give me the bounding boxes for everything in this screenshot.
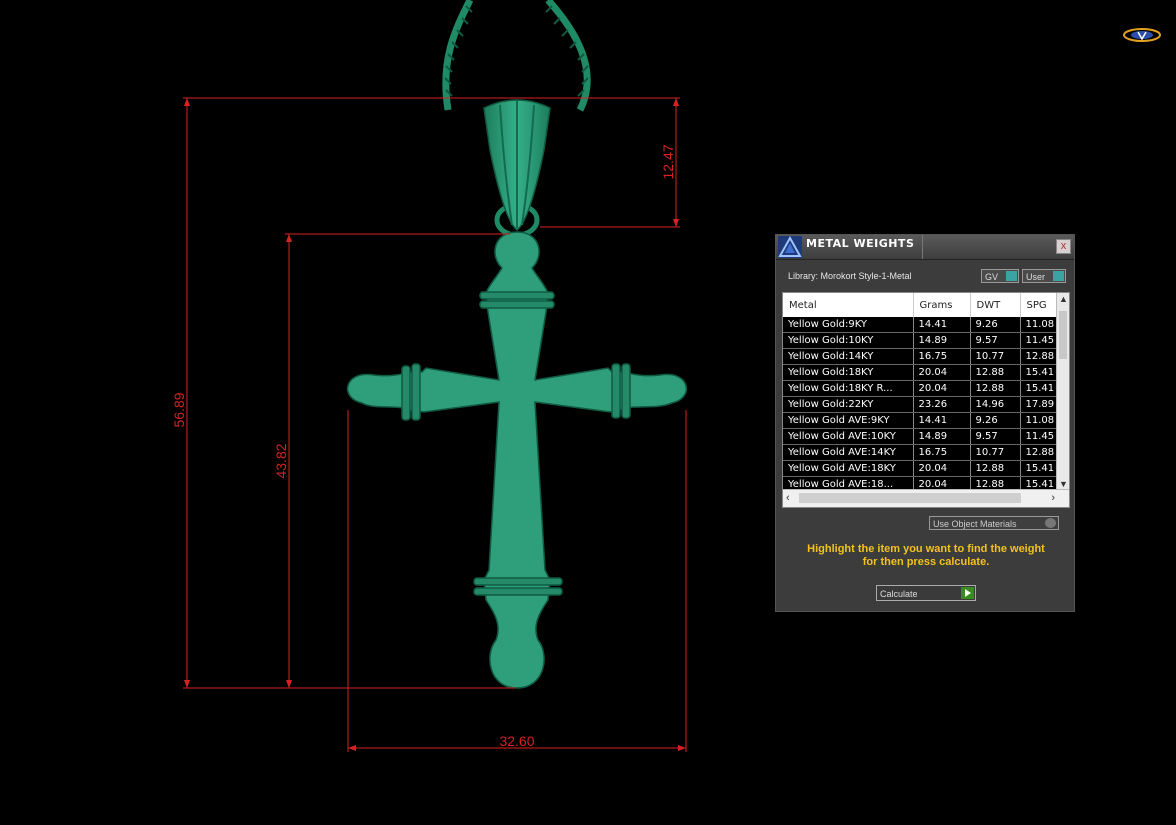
scroll-right-icon[interactable]: › — [1051, 492, 1055, 504]
calculate-button[interactable]: Calculate — [876, 585, 976, 601]
cell-grams: 23.26 — [913, 396, 971, 413]
column-header-grams[interactable]: Grams — [913, 293, 971, 317]
cell-dwt: 9.57 — [970, 428, 1021, 445]
cell-metal: Yellow Gold AVE:9KY — [783, 412, 914, 429]
close-button[interactable]: x — [1056, 239, 1071, 254]
user-toggle-knob — [1053, 271, 1064, 281]
cross-pendant — [346, 231, 688, 689]
column-header-spg[interactable]: SPG — [1020, 293, 1059, 317]
table-header-row: Metal Grams DWT SPG — [783, 293, 1059, 317]
table-row[interactable]: Yellow Gold AVE:9KY 14.41 9.26 11.08 — [783, 412, 1059, 429]
cell-metal: Yellow Gold:18KY — [783, 364, 914, 381]
use-object-materials-toggle[interactable]: Use Object Materials — [929, 516, 1059, 530]
cell-dwt: 12.88 — [970, 364, 1021, 381]
cell-metal: Yellow Gold AVE:10KY — [783, 428, 914, 445]
table-row[interactable]: Yellow Gold:18KY R... 20.04 12.88 15.41 — [783, 380, 1059, 397]
metal-table-grid: Metal Grams DWT SPG Yellow Gold:9KY 14.41… — [783, 293, 1059, 493]
table-row[interactable]: Yellow Gold AVE:14KY 16.75 10.77 12.88 — [783, 444, 1059, 461]
cell-metal: Yellow Gold:10KY — [783, 332, 914, 349]
cell-spg: 11.08 — [1020, 412, 1059, 429]
table-row[interactable]: Yellow Gold AVE:18KY 20.04 12.88 15.41 — [783, 460, 1059, 477]
pendant-bail — [483, 99, 551, 238]
play-icon — [961, 587, 974, 599]
use-object-materials-knob — [1045, 518, 1056, 528]
dimension-bail-height: 12.47 — [660, 144, 676, 179]
cell-dwt: 10.77 — [970, 348, 1021, 365]
cell-grams: 20.04 — [913, 380, 971, 397]
cell-spg: 11.45 — [1020, 332, 1059, 349]
metal-weights-panel: METAL WEIGHTS x Library: Morokort Style-… — [775, 234, 1075, 612]
instruction-text: Highlight the item you want to find the … — [776, 543, 1076, 569]
cell-dwt: 9.57 — [970, 332, 1021, 349]
scroll-up-icon[interactable]: ▲ — [1059, 294, 1068, 304]
metal-table[interactable]: Metal Grams DWT SPG Yellow Gold:9KY 14.41… — [782, 292, 1070, 508]
library-label: Library: Morokort Style-1-Metal — [788, 271, 912, 281]
cell-metal: Yellow Gold:22KY — [783, 396, 914, 413]
cell-dwt: 12.88 — [970, 460, 1021, 477]
cell-metal: Yellow Gold:9KY — [783, 317, 914, 333]
horizontal-scrollbar[interactable]: ‹ › — [783, 489, 1069, 507]
table-row[interactable]: Yellow Gold:14KY 16.75 10.77 12.88 — [783, 348, 1059, 365]
instruction-line-1: Highlight the item you want to find the … — [807, 543, 1045, 555]
cell-metal: Yellow Gold AVE:14KY — [783, 444, 914, 461]
table-row[interactable]: Yellow Gold:22KY 23.26 14.96 17.89 — [783, 396, 1059, 413]
table-row[interactable]: Yellow Gold:9KY 14.41 9.26 11.08 — [783, 317, 1059, 333]
cell-spg: 15.41 — [1020, 460, 1059, 477]
table-row[interactable]: Yellow Gold:18KY 20.04 12.88 15.41 — [783, 364, 1059, 381]
cell-spg: 15.41 — [1020, 380, 1059, 397]
cell-dwt: 12.88 — [970, 380, 1021, 397]
panel-logo-icon — [778, 236, 802, 258]
title-separator — [922, 235, 923, 259]
use-object-materials-label: Use Object Materials — [933, 519, 1017, 529]
gv-toggle-label: GV — [985, 272, 999, 282]
cell-spg: 12.88 — [1020, 348, 1059, 365]
cell-dwt: 10.77 — [970, 444, 1021, 461]
cell-metal: Yellow Gold:18KY R... — [783, 380, 914, 397]
cell-metal: Yellow Gold AVE:18KY — [783, 460, 914, 477]
cell-spg: 11.45 — [1020, 428, 1059, 445]
cell-grams: 14.41 — [913, 412, 971, 429]
user-toggle-label: User — [1026, 272, 1046, 282]
calculate-button-label: Calculate — [880, 589, 918, 599]
table-body: Yellow Gold:9KY 14.41 9.26 11.08 Yellow Gold… — [783, 317, 1059, 493]
cell-dwt: 14.96 — [970, 396, 1021, 413]
cell-spg: 17.89 — [1020, 396, 1059, 413]
cell-grams: 16.75 — [913, 348, 971, 365]
gv-toggle-knob — [1006, 271, 1017, 281]
scroll-left-icon[interactable]: ‹ — [786, 492, 790, 504]
panel-title: METAL WEIGHTS — [806, 237, 915, 250]
cell-dwt: 9.26 — [970, 412, 1021, 429]
dimension-lines — [183, 97, 687, 752]
vertical-scroll-thumb[interactable] — [1059, 311, 1067, 359]
scroll-down-icon[interactable]: ▼ — [1059, 479, 1068, 489]
panel-titlebar[interactable]: METAL WEIGHTS x — [776, 235, 1074, 260]
vertical-scrollbar[interactable]: ▲ ▼ — [1056, 293, 1069, 490]
instruction-line-2: for then press calculate. — [862, 556, 990, 568]
cell-grams: 16.75 — [913, 444, 971, 461]
dimension-arrows — [184, 98, 686, 751]
dimension-total-height: 56.89 — [171, 392, 187, 427]
table-row[interactable]: Yellow Gold:10KY 14.89 9.57 11.45 — [783, 332, 1059, 349]
horizontal-scroll-thumb[interactable] — [799, 493, 1021, 503]
column-header-dwt[interactable]: DWT — [970, 293, 1021, 317]
cell-spg: 12.88 — [1020, 444, 1059, 461]
app-logo-icon — [1123, 28, 1161, 42]
cell-grams: 20.04 — [913, 364, 971, 381]
cell-spg: 11.08 — [1020, 317, 1059, 333]
user-toggle[interactable]: User — [1022, 269, 1066, 283]
cell-metal: Yellow Gold:14KY — [783, 348, 914, 365]
cell-grams: 14.89 — [913, 332, 971, 349]
table-row[interactable]: Yellow Gold AVE:10KY 14.89 9.57 11.45 — [783, 428, 1059, 445]
cell-grams: 20.04 — [913, 460, 971, 477]
gv-toggle[interactable]: GV — [981, 269, 1019, 283]
chain — [442, 0, 591, 112]
cell-grams: 14.89 — [913, 428, 971, 445]
dimension-body-height: 43.82 — [273, 443, 289, 478]
dimension-width: 32.60 — [499, 733, 534, 749]
cell-dwt: 9.26 — [970, 317, 1021, 333]
cell-spg: 15.41 — [1020, 364, 1059, 381]
cell-grams: 14.41 — [913, 317, 971, 333]
column-header-metal[interactable]: Metal — [783, 293, 914, 317]
